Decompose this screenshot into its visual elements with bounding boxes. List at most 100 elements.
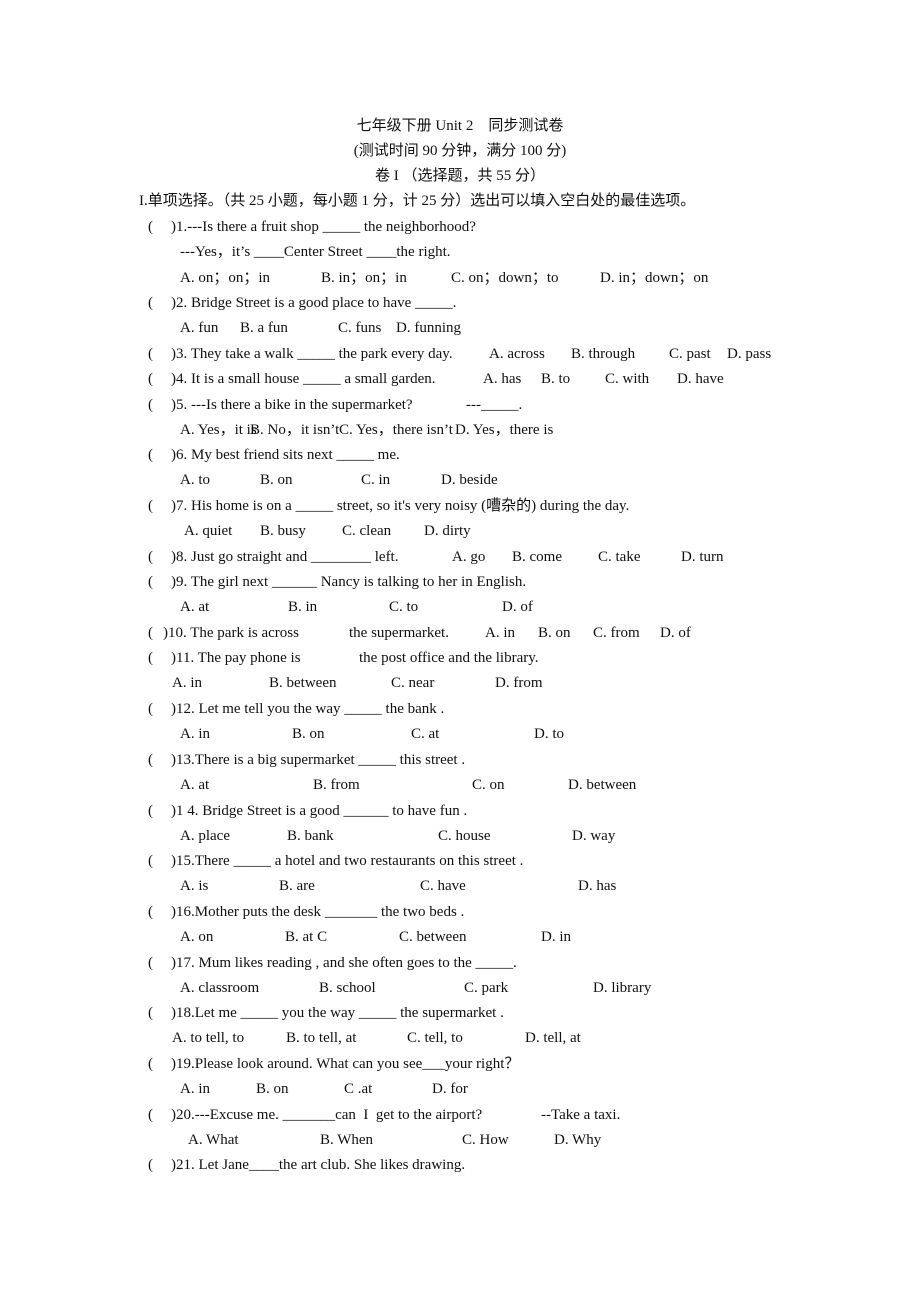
option-b: B. at C	[285, 929, 328, 945]
option-c: C. on	[472, 777, 505, 793]
option-a: A. on；on；in	[180, 270, 271, 286]
option-c: C. on；down；to	[451, 270, 559, 286]
option-c: C. house	[438, 828, 491, 844]
question-stem-tail: the supermarket.	[349, 625, 449, 641]
question-stem: )4. It is a small house _____ a small ga…	[171, 371, 436, 387]
option-c: C. park	[464, 980, 509, 996]
exam-subtitle: (测试时间 90 分钟，满分 100 分)	[353, 143, 567, 159]
option-b: B. in	[288, 599, 318, 615]
question-stem: )20.---Excuse me. _______can I get to th…	[171, 1107, 483, 1123]
option-a: A. in	[180, 1081, 210, 1097]
question-stem: )10. The park is across	[163, 625, 299, 641]
answer-paren[interactable]: (	[148, 1054, 153, 1074]
option-c: C. How	[462, 1132, 509, 1148]
option-d: D. way	[572, 828, 616, 844]
option-d: D. to	[534, 726, 564, 742]
option-b: B. No，it isn’t	[250, 422, 340, 438]
option-b: B. bank	[287, 828, 334, 844]
option-b: B. on	[256, 1081, 289, 1097]
option-b: B. busy	[260, 523, 306, 539]
option-b: B. in；on；in	[321, 270, 407, 286]
answer-paren[interactable]: (	[148, 750, 153, 770]
option-d: D. have	[677, 371, 724, 387]
answer-paren[interactable]: (	[148, 953, 153, 973]
answer-paren[interactable]: (	[148, 699, 153, 719]
answer-paren[interactable]: (	[148, 851, 153, 871]
answer-paren[interactable]: (	[148, 572, 153, 592]
question-stem: )1 4. Bridge Street is a good ______ to …	[171, 803, 468, 819]
option-b: B. between	[269, 675, 337, 691]
option-b: B. are	[279, 878, 315, 894]
answer-paren[interactable]: (	[148, 369, 153, 389]
answer-paren[interactable]: (	[148, 293, 153, 313]
answer-paren[interactable]: (	[148, 496, 153, 516]
option-c: C. funs	[338, 320, 382, 336]
option-d: D. in；down；on	[600, 270, 709, 286]
option-d: D. funning	[396, 320, 461, 336]
answer-paren[interactable]: (	[148, 902, 153, 922]
option-a: A. at	[180, 777, 210, 793]
answer-paren[interactable]: (	[148, 801, 153, 821]
option-b: B. When	[320, 1132, 374, 1148]
question-stem-tail: the post office and the library.	[359, 650, 539, 666]
question-stem: )7. His home is on a _____ street, so it…	[171, 498, 630, 514]
option-a: A. What	[188, 1132, 239, 1148]
option-b: B. on	[260, 472, 293, 488]
answer-paren[interactable]: (	[148, 395, 153, 415]
answer-paren[interactable]: (	[148, 623, 153, 643]
section-instructions: I.单项选择。（共 25 小题，每小题 1 分，计 25 分）选出可以填入空白处…	[139, 193, 696, 209]
option-b: B. through	[571, 346, 636, 362]
option-c: C. from	[593, 625, 640, 641]
option-c: C. clean	[342, 523, 392, 539]
option-b: B. come	[512, 549, 562, 565]
option-d: D. of	[502, 599, 533, 615]
option-a: A. quiet	[184, 523, 233, 539]
volume-heading: 卷 I （选择题，共 55 分）	[375, 168, 545, 184]
option-d: D. between	[568, 777, 637, 793]
question-stem: )13.There is a big supermarket _____ thi…	[171, 752, 466, 768]
option-b: B. school	[319, 980, 376, 996]
option-a: A. on	[180, 929, 214, 945]
answer-paren[interactable]: (	[148, 344, 153, 364]
option-a: A. in	[172, 675, 202, 691]
option-a: A. across	[489, 346, 545, 362]
question-stem: )12. Let me tell you the way _____ the b…	[171, 701, 445, 717]
option-d: D. in	[541, 929, 571, 945]
option-b: B. to tell, at	[286, 1030, 357, 1046]
option-c: C. in	[361, 472, 391, 488]
option-a: A. go	[452, 549, 486, 565]
question-stem: )8. Just go straight and ________ left.	[171, 549, 399, 565]
question-stem: )9. The girl next ______ Nancy is talkin…	[171, 574, 527, 590]
answer-paren[interactable]: (	[148, 445, 153, 465]
option-c: C .at	[344, 1081, 373, 1097]
answer-blank: ---_____.	[466, 397, 523, 413]
question-stem: )2. Bridge Street is a good place to hav…	[171, 295, 457, 311]
answer-paren[interactable]: (	[148, 1155, 153, 1175]
question-stem: )5. ---Is there a bike in the supermarke…	[171, 397, 413, 413]
answer-paren[interactable]: (	[148, 217, 153, 237]
option-d: D. Yes，there is	[455, 422, 554, 438]
option-c: C. near	[391, 675, 435, 691]
question-stem: )6. My best friend sits next _____ me.	[171, 447, 400, 463]
answer-paren[interactable]: (	[148, 547, 153, 567]
option-c: C. tell, to	[407, 1030, 463, 1046]
option-a: A. in	[180, 726, 210, 742]
option-d: D. pass	[727, 346, 772, 362]
option-b: B. on	[538, 625, 571, 641]
question-stem: )3. They take a walk _____ the park ever…	[171, 346, 453, 362]
question-stem: )17. Mum likes reading , and she often g…	[171, 955, 517, 971]
answer-paren[interactable]: (	[148, 648, 153, 668]
option-a: A. is	[180, 878, 209, 894]
option-c: C. at	[411, 726, 440, 742]
option-a: A. in	[485, 625, 515, 641]
answer-paren[interactable]: (	[148, 1003, 153, 1023]
question-stem: )18.Let me _____ you the way _____ the s…	[171, 1005, 504, 1021]
question-stem: )11. The pay phone is	[171, 650, 301, 666]
option-d: D. has	[578, 878, 617, 894]
option-a: A. to	[180, 472, 210, 488]
option-d: D. turn	[681, 549, 724, 565]
question-stem: )1.---Is there a fruit shop _____ the ne…	[171, 219, 476, 235]
answer-paren[interactable]: (	[148, 1105, 153, 1125]
option-d: D. of	[660, 625, 691, 641]
option-a: A. at	[180, 599, 210, 615]
